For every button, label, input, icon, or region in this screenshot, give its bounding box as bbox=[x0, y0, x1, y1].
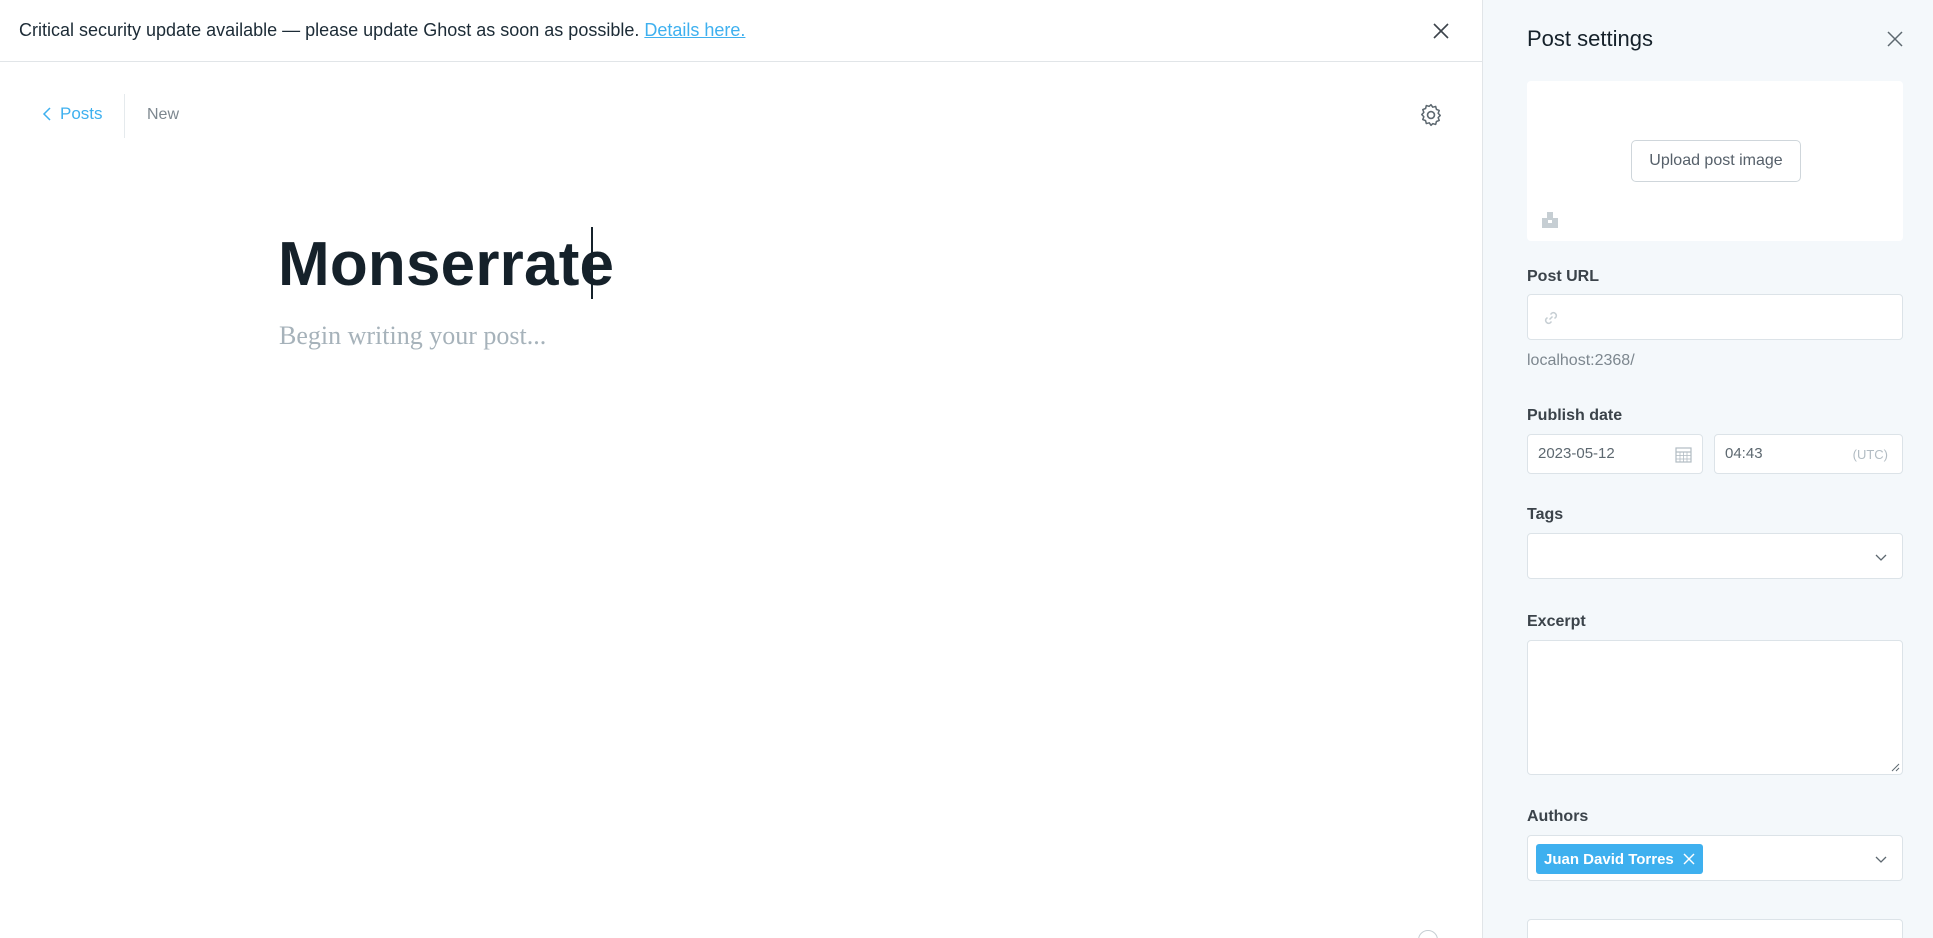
publish-date-label: Publish date bbox=[1527, 407, 1623, 424]
close-icon[interactable] bbox=[1884, 28, 1906, 50]
editor-main: Critical security update available — ple… bbox=[0, 0, 1482, 938]
post-image-dropzone[interactable]: Upload post image bbox=[1527, 81, 1903, 241]
author-token[interactable]: Juan David Torres bbox=[1536, 844, 1703, 874]
next-setting-box[interactable] bbox=[1527, 919, 1903, 938]
chevron-down-icon bbox=[1875, 554, 1887, 561]
timezone-label: (UTC) bbox=[1852, 447, 1888, 462]
text-caret bbox=[591, 227, 593, 299]
banner-message: Critical security update available — ple… bbox=[19, 20, 640, 40]
excerpt-label: Excerpt bbox=[1527, 613, 1586, 630]
post-settings-panel: Post settings Upload post image Post URL… bbox=[1482, 0, 1933, 938]
security-update-banner: Critical security update available — ple… bbox=[0, 0, 1482, 62]
close-icon[interactable] bbox=[1683, 853, 1695, 865]
post-url-input[interactable] bbox=[1527, 294, 1903, 340]
publish-date-value: 2023-05-12 bbox=[1538, 445, 1615, 462]
upload-post-image-button[interactable]: Upload post image bbox=[1631, 140, 1801, 182]
chevron-down-icon bbox=[1875, 856, 1887, 863]
banner-details-link[interactable]: Details here. bbox=[644, 20, 745, 41]
help-icon[interactable] bbox=[1418, 930, 1438, 938]
link-icon bbox=[1544, 311, 1558, 325]
post-body-editor[interactable]: Begin writing your post... bbox=[279, 321, 546, 351]
image-icon bbox=[1542, 212, 1558, 228]
tags-label: Tags bbox=[1527, 506, 1564, 523]
publish-time-value: 04:43 bbox=[1725, 445, 1763, 462]
close-icon[interactable] bbox=[1428, 18, 1454, 44]
back-to-posts-link[interactable]: Posts bbox=[42, 104, 103, 124]
chevron-left-icon bbox=[42, 107, 51, 121]
post-url-preview: localhost:2368/ bbox=[1527, 352, 1635, 369]
excerpt-textarea[interactable] bbox=[1527, 640, 1903, 775]
breadcrumb-divider bbox=[124, 94, 125, 138]
tags-select[interactable] bbox=[1527, 533, 1903, 579]
authors-select[interactable]: Juan David Torres bbox=[1527, 835, 1903, 881]
post-status: New bbox=[147, 106, 180, 123]
back-label: Posts bbox=[60, 104, 103, 123]
author-name: Juan David Torres bbox=[1544, 850, 1674, 868]
publish-date-input[interactable]: 2023-05-12 bbox=[1527, 434, 1703, 474]
panel-title: Post settings bbox=[1527, 26, 1653, 51]
resize-handle-icon[interactable] bbox=[1890, 762, 1900, 772]
post-url-label: Post URL bbox=[1527, 268, 1599, 285]
authors-label: Authors bbox=[1527, 808, 1589, 825]
post-title[interactable]: Monserrate bbox=[278, 225, 614, 305]
publish-time-input[interactable]: 04:43 (UTC) bbox=[1714, 434, 1903, 474]
gear-icon[interactable] bbox=[1418, 102, 1444, 128]
breadcrumb: Posts New bbox=[0, 94, 1482, 138]
calendar-icon[interactable] bbox=[1675, 446, 1692, 463]
